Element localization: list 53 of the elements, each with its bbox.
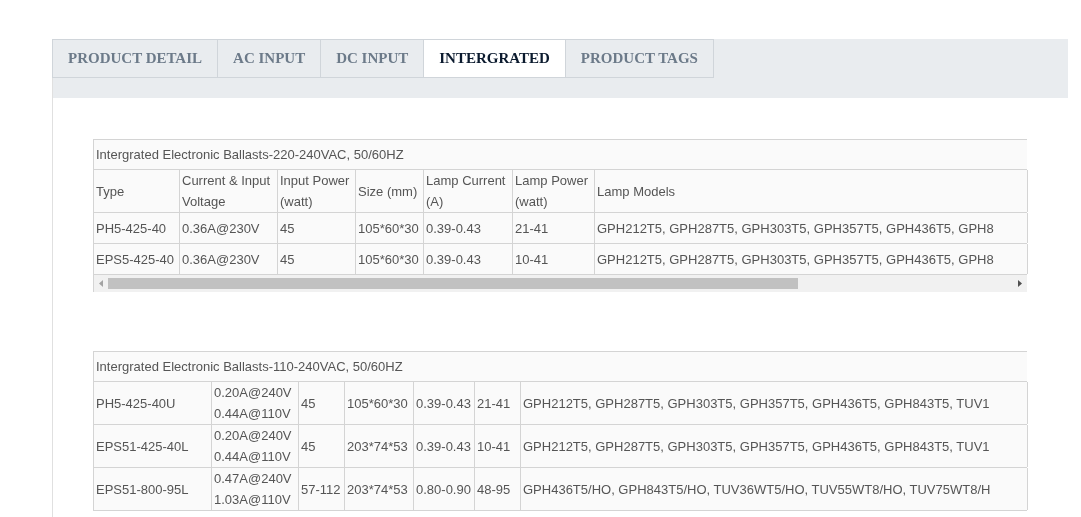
table-cell: Size (mm) <box>356 170 424 212</box>
table-cell: Lamp Power (watt) <box>513 170 595 212</box>
scroll-left-icon[interactable] <box>99 280 103 287</box>
table-cell: 0.80-0.90 <box>414 468 475 510</box>
table-cell: 45 <box>299 382 345 424</box>
table-cell: 0.39-0.43 <box>414 382 475 424</box>
table-cell: 21-41 <box>475 382 521 424</box>
table-cell: 0.36A@230V <box>180 213 278 243</box>
table-cell: GPH212T5, GPH287T5, GPH303T5, GPH357T5, GPH436T5, GPH843T5, TUV1 <box>521 382 1028 424</box>
table-cell: 0.39-0.43 <box>424 213 513 243</box>
table-cell: Lamp Models <box>595 170 1028 212</box>
scroll-thumb[interactable] <box>108 278 798 289</box>
scroll-right-icon[interactable] <box>1018 280 1022 287</box>
table-title: Intergrated Electronic Ballasts-220-240VAC, 50/60HZ <box>96 145 404 164</box>
tab[interactable]: PRODUCT DETAIL <box>52 39 219 78</box>
table-cell: 48-95 <box>475 468 521 510</box>
tab[interactable]: AC INPUT <box>217 39 322 78</box>
table-cell: 0.39-0.43 <box>424 244 513 274</box>
table-cell: 105*60*30 <box>356 213 424 243</box>
table-cell: GPH212T5, GPH287T5, GPH303T5, GPH357T5, GPH436T5, GPH843T5, TUV1 <box>521 425 1028 467</box>
tab[interactable]: INTERGRATED <box>423 39 566 78</box>
table-cell: 45 <box>278 244 356 274</box>
table-cell: 10-41 <box>475 425 521 467</box>
table-cell: 105*60*30 <box>356 244 424 274</box>
table-cell: 203*74*53 <box>345 425 414 467</box>
table-cell: Type <box>94 170 180 212</box>
table-cell: Input Power (watt) <box>278 170 356 212</box>
table-cell: 21-41 <box>513 213 595 243</box>
table-cell: 105*60*30 <box>345 382 414 424</box>
horizontal-scrollbar[interactable] <box>94 275 1027 292</box>
table-cell: EPS5-425-40 <box>94 244 180 274</box>
table-cell: 0.39-0.43 <box>414 425 475 467</box>
table-cell: Current & Input Voltage <box>180 170 278 212</box>
table-cell: 0.36A@230V <box>180 244 278 274</box>
table-cell: GPH212T5, GPH287T5, GPH303T5, GPH357T5, GPH436T5, GPH8 <box>595 244 1028 274</box>
table-title: Intergrated Electronic Ballasts-110-240VAC, 50/60HZ <box>96 357 403 376</box>
table-cell: EPS51-425-40L <box>94 425 212 467</box>
tab[interactable]: DC INPUT <box>320 39 425 78</box>
table-cell: EPS51-800-95L <box>94 468 212 510</box>
table-cell: 45 <box>278 213 356 243</box>
table-cell: 45 <box>299 425 345 467</box>
table-cell: PH5-425-40U <box>94 382 212 424</box>
tab[interactable]: PRODUCT TAGS <box>564 39 714 78</box>
table-cell: 0.20A@240V 0.44A@110V <box>212 425 299 467</box>
table-cell: PH5-425-40 <box>94 213 180 243</box>
table-cell: GPH436T5/HO, GPH843T5/HO, TUV36WT5/HO, TUV55WT8/HO, TUV75WT8/H <box>521 468 1028 510</box>
table-cell: 57-112 <box>299 468 345 510</box>
table-cell: 10-41 <box>513 244 595 274</box>
table-cell: Lamp Current (A) <box>424 170 513 212</box>
table-cell: GPH212T5, GPH287T5, GPH303T5, GPH357T5, GPH436T5, GPH8 <box>595 213 1028 243</box>
table-cell: 0.47A@240V 1.03A@110V <box>212 468 299 510</box>
table-cell: 0.20A@240V 0.44A@110V <box>212 382 299 424</box>
table-cell: 203*74*53 <box>345 468 414 510</box>
